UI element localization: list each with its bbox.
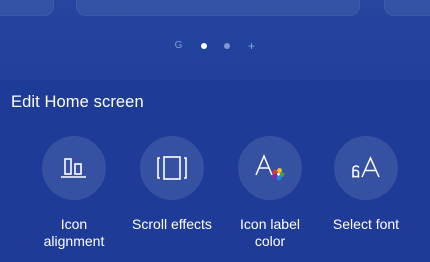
icon-label-color-icon (238, 136, 302, 200)
page-dot-active[interactable] (200, 43, 207, 49)
add-page-icon[interactable]: + (247, 40, 257, 52)
scroll-effects-button[interactable]: Scroll effects (122, 136, 222, 233)
scroll-effects-label: Scroll effects (132, 216, 212, 232)
home-page-indicator-icon[interactable]: G (174, 41, 184, 51)
panel-title: Edit Home screen (11, 93, 144, 111)
partial-widget-left (0, 0, 54, 16)
icon-alignment-icon (42, 136, 106, 200)
page-indicator: G + (0, 39, 430, 53)
home-screen: G + Edit Home screen Icon alignment Scro… (0, 0, 430, 262)
icon-label-color-button[interactable]: Icon label color (220, 136, 320, 250)
edit-options-row: Icon alignment Scroll effects Icon label… (0, 136, 430, 262)
icon-label-color-label: Icon label color (240, 216, 300, 249)
select-font-button[interactable]: Select font (316, 136, 416, 233)
partial-widget-center (76, 0, 360, 16)
page-dot[interactable] (223, 43, 230, 49)
icon-alignment-button[interactable]: Icon alignment (24, 136, 124, 250)
partial-widget-right (384, 0, 430, 16)
select-font-label: Select font (332, 216, 400, 232)
scroll-effects-icon (140, 136, 204, 200)
select-font-icon (334, 136, 398, 200)
icon-alignment-label: Icon alignment (43, 216, 105, 249)
